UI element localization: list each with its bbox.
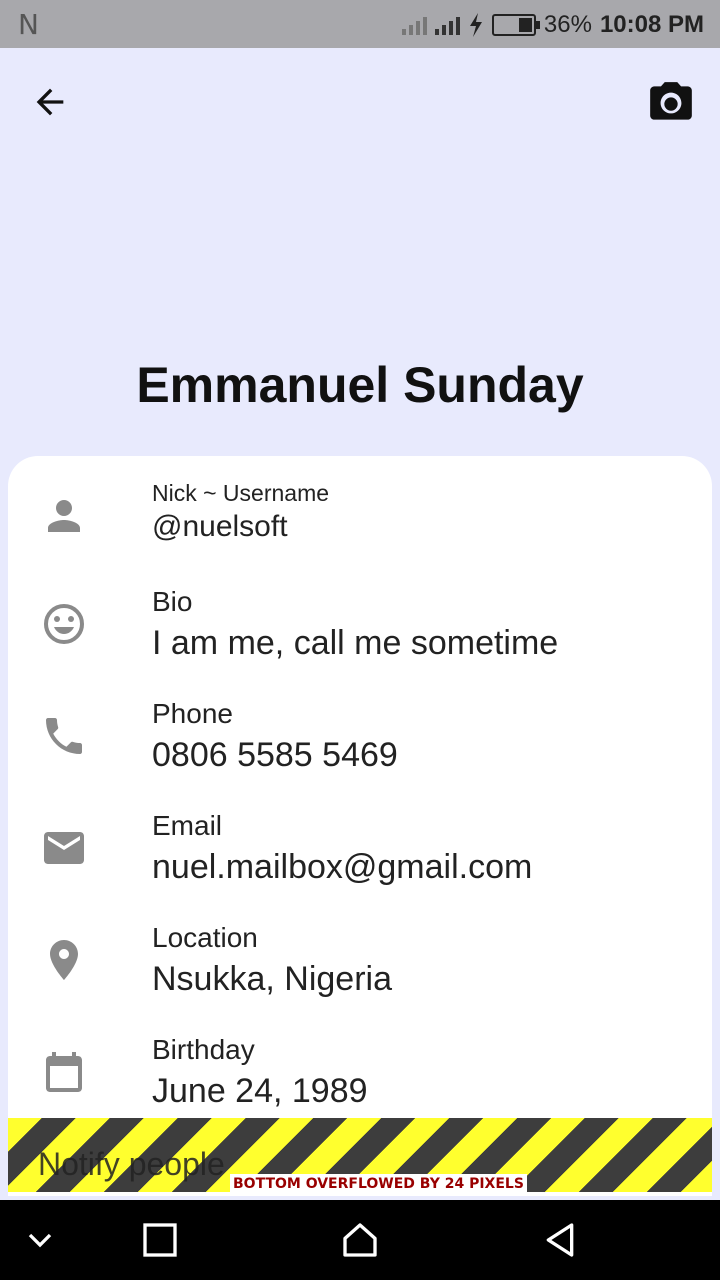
field-bio[interactable]: Bio I am me, call me sometime: [8, 586, 712, 686]
field-email[interactable]: Email nuel.mailbox@gmail.com: [8, 810, 712, 910]
app-bar: [0, 48, 720, 160]
field-label: Birthday: [152, 1034, 255, 1065]
field-username[interactable]: Nick ~ Username @nuelsoft: [8, 476, 712, 576]
notify-people-item: Notify people: [38, 1146, 225, 1182]
field-label: Bio: [152, 586, 193, 617]
status-bar: N 36% 10:08 PM: [0, 0, 720, 48]
square-icon: [143, 1223, 177, 1257]
profile-details-card: Nick ~ Username @nuelsoft Bio I am me, c…: [8, 456, 712, 1196]
field-value: Nsukka, Nigeria: [152, 960, 392, 998]
chevron-down-icon: [28, 1233, 52, 1248]
charging-icon: [469, 13, 482, 37]
field-location[interactable]: Location Nsukka, Nigeria: [8, 922, 712, 1022]
status-icons: 36% 10:08 PM: [401, 10, 704, 40]
overflow-message: BOTTOM OVERFLOWED BY 24 PIXELS: [230, 1174, 527, 1194]
camera-button[interactable]: [646, 78, 696, 128]
home-icon: [343, 1223, 377, 1257]
field-value: June 24, 1989: [152, 1072, 368, 1110]
phone-icon: [46, 718, 82, 754]
nav-recents-button[interactable]: [140, 1220, 180, 1260]
battery-percent: 36%: [543, 11, 592, 38]
field-label: Nick ~ Username: [152, 480, 330, 506]
email-icon: [44, 832, 84, 864]
camera-icon: [650, 82, 692, 120]
battery-icon: [491, 14, 540, 36]
back-button[interactable]: [30, 82, 82, 126]
arrow-back-icon: [36, 88, 64, 116]
carrier-logo: N: [18, 8, 39, 41]
nav-collapse-button[interactable]: [20, 1220, 60, 1260]
nav-home-button[interactable]: [340, 1220, 380, 1260]
field-value: @nuelsoft: [152, 510, 288, 543]
clock: 10:08 PM: [599, 11, 704, 38]
calendar-icon: [46, 1052, 82, 1092]
triangle-back-icon: [546, 1223, 574, 1257]
field-value: nuel.mailbox@gmail.com: [152, 848, 533, 886]
smiley-icon: [44, 604, 84, 644]
signal-icon-2: [434, 15, 460, 35]
field-label: Location: [152, 922, 258, 953]
person-icon: [48, 500, 80, 532]
nav-back-button[interactable]: [540, 1220, 580, 1260]
field-label: Email: [152, 810, 223, 841]
profile-name: Emmanuel Sunday: [136, 357, 584, 413]
field-value: 0806 5585 5469: [152, 736, 398, 774]
signal-icon: [401, 15, 427, 35]
location-pin-icon: [50, 940, 78, 980]
field-label: Phone: [152, 698, 233, 729]
field-value: I am me, call me sometime: [152, 624, 559, 662]
navigation-bar: [0, 1200, 720, 1280]
field-phone[interactable]: Phone 0806 5585 5469: [8, 698, 712, 798]
